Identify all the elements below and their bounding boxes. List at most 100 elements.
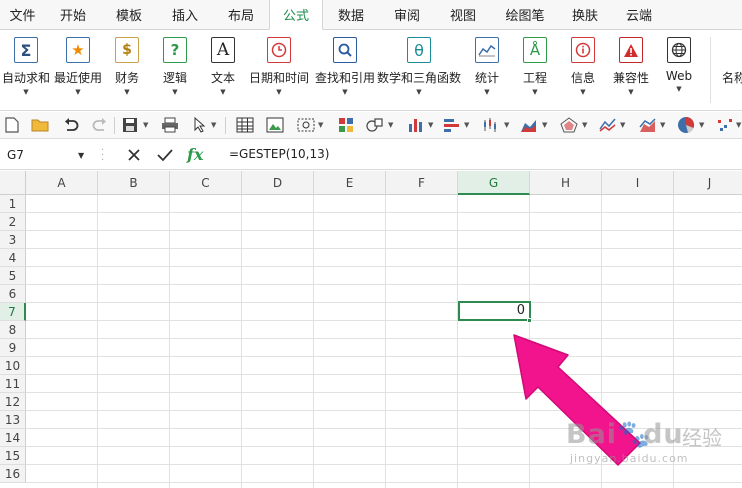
tab-file[interactable]: 文件 <box>0 0 45 29</box>
radar-chart-icon[interactable] <box>560 116 578 134</box>
row-header[interactable]: 3 <box>0 231 26 249</box>
stock-chart-icon[interactable] <box>482 116 500 134</box>
chevron-down-icon[interactable]: ▼ <box>699 121 704 129</box>
new-document-icon[interactable] <box>3 116 21 134</box>
tab-review[interactable]: 审阅 <box>379 0 435 29</box>
row-header[interactable]: 5 <box>0 267 26 285</box>
row-header[interactable]: 13 <box>0 411 26 429</box>
row-header[interactable]: 16 <box>0 465 26 483</box>
chevron-down-icon[interactable]: ▼ <box>620 121 625 129</box>
engineering-button[interactable]: Å 工程 ▼ <box>512 35 558 107</box>
tab-home[interactable]: 开始 <box>45 0 101 29</box>
row-header[interactable]: 11 <box>0 375 26 393</box>
name-manager-button[interactable]: 名称 <box>716 35 742 107</box>
screenshot-icon[interactable] <box>297 116 315 134</box>
row-header[interactable]: 8 <box>0 321 26 339</box>
grid-line <box>26 482 742 483</box>
web-button[interactable]: Web ▼ <box>656 35 702 107</box>
tab-cloud[interactable]: 云端 <box>611 0 667 29</box>
area-line-chart-icon[interactable] <box>639 116 657 134</box>
column-header[interactable]: F <box>386 171 458 195</box>
print-icon[interactable] <box>161 116 179 134</box>
row-header[interactable]: 12 <box>0 393 26 411</box>
autosum-button[interactable]: Σ 自动求和 ▼ <box>0 35 52 107</box>
chevron-down-icon[interactable]: ▼ <box>428 121 433 129</box>
scatter-chart-icon[interactable] <box>716 116 734 134</box>
bar-chart-icon[interactable] <box>443 116 461 134</box>
row-header[interactable]: 4 <box>0 249 26 267</box>
financial-button[interactable]: $ 财务 ▼ <box>104 35 150 107</box>
math-trig-button[interactable]: θ 数学和三角函数 ▼ <box>376 35 462 107</box>
column-chart-icon[interactable] <box>407 116 425 134</box>
grid-line <box>26 230 742 231</box>
confirm-icon[interactable] <box>155 145 175 165</box>
pie-chart-icon[interactable] <box>677 116 695 134</box>
column-header[interactable]: A <box>26 171 98 195</box>
tab-insert[interactable]: 插入 <box>157 0 213 29</box>
row-header[interactable]: 10 <box>0 357 26 375</box>
select-all-corner[interactable] <box>0 171 26 195</box>
tab-skin[interactable]: 换肤 <box>559 0 611 29</box>
save-icon[interactable] <box>121 116 139 134</box>
row-header[interactable]: 14 <box>0 429 26 447</box>
undo-icon[interactable] <box>62 116 80 134</box>
tab-draw-pen[interactable]: 绘图笔 <box>491 0 559 29</box>
open-folder-icon[interactable] <box>31 116 49 134</box>
statistics-button[interactable]: 统计 ▼ <box>466 35 508 107</box>
fill-handle[interactable] <box>527 318 532 323</box>
tab-layout[interactable]: 布局 <box>213 0 269 29</box>
column-header-selected[interactable]: G <box>458 171 530 195</box>
column-header[interactable]: D <box>242 171 314 195</box>
tab-data[interactable]: 数据 <box>323 0 379 29</box>
cancel-icon[interactable] <box>124 145 144 165</box>
compatibility-button[interactable]: 兼容性 ▼ <box>606 35 656 107</box>
chevron-down-icon[interactable]: ▼ <box>464 121 469 129</box>
chevron-down-icon[interactable]: ▼ <box>736 121 741 129</box>
column-header[interactable]: B <box>98 171 170 195</box>
area-chart-icon[interactable] <box>520 116 538 134</box>
column-header[interactable]: E <box>314 171 386 195</box>
redo-icon[interactable] <box>91 116 109 134</box>
column-header[interactable]: C <box>170 171 242 195</box>
chevron-down-icon[interactable]: ▼ <box>78 151 84 160</box>
chevron-down-icon[interactable]: ▼ <box>211 121 216 129</box>
globe-icon <box>667 37 691 63</box>
drag-handle-icon[interactable]: · · · <box>101 146 105 166</box>
information-button[interactable]: 信息 ▼ <box>560 35 606 107</box>
table-icon[interactable] <box>236 116 254 134</box>
row-header[interactable]: 6 <box>0 285 26 303</box>
tab-formulas[interactable]: 公式 <box>269 0 323 30</box>
insert-function-button[interactable]: fx <box>187 145 203 164</box>
column-header[interactable]: J <box>674 171 742 195</box>
shapes-icon[interactable] <box>366 116 384 134</box>
line-chart-icon[interactable] <box>599 116 617 134</box>
logical-button[interactable]: ? 逻辑 ▼ <box>150 35 200 107</box>
row-header[interactable]: 9 <box>0 339 26 357</box>
chevron-down-icon[interactable]: ▼ <box>582 121 587 129</box>
row-header-selected[interactable]: 7 <box>0 303 26 321</box>
formula-input[interactable]: =GESTEP(10,13) <box>229 147 329 161</box>
row-header[interactable]: 1 <box>0 195 26 213</box>
recently-used-button[interactable]: ★ 最近使用 ▼ <box>52 35 104 107</box>
chevron-down-icon[interactable]: ▼ <box>143 121 148 129</box>
tab-template[interactable]: 模板 <box>101 0 157 29</box>
picture-icon[interactable] <box>266 116 284 134</box>
text-functions-button[interactable]: A 文本 ▼ <box>200 35 246 107</box>
date-time-button[interactable]: 日期和时间 ▼ <box>246 35 312 107</box>
row-header[interactable]: 15 <box>0 447 26 465</box>
row-header[interactable]: 2 <box>0 213 26 231</box>
chevron-down-icon[interactable]: ▼ <box>318 121 323 129</box>
pointer-icon[interactable] <box>191 116 209 134</box>
lookup-reference-button[interactable]: 查找和引用 ▼ <box>312 35 378 107</box>
chart-palette-icon[interactable] <box>337 116 355 134</box>
chevron-down-icon[interactable]: ▼ <box>504 121 509 129</box>
tab-view[interactable]: 视图 <box>435 0 491 29</box>
column-header[interactable]: H <box>530 171 602 195</box>
active-cell-g7[interactable]: 0 <box>458 301 531 321</box>
column-header[interactable]: I <box>602 171 674 195</box>
chevron-down-icon[interactable]: ▼ <box>542 121 547 129</box>
chevron-down-icon: ▼ <box>124 88 130 96</box>
chevron-down-icon[interactable]: ▼ <box>388 121 393 129</box>
compass-icon: Å <box>523 37 547 63</box>
chevron-down-icon[interactable]: ▼ <box>660 121 665 129</box>
